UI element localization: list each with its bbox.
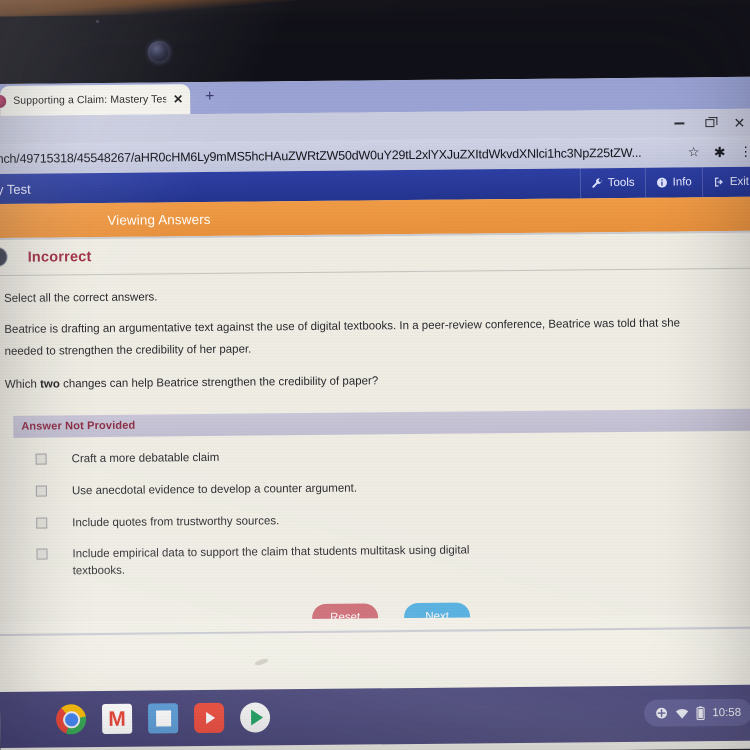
accessibility-icon <box>655 707 668 720</box>
gmail-icon[interactable]: M <box>101 703 133 734</box>
answer-options-list: Craft a more debatable claim Use anecdot… <box>0 431 750 581</box>
exit-button[interactable]: Exit <box>701 166 750 198</box>
info-label: Info <box>672 176 692 189</box>
play-store-icon[interactable] <box>239 702 271 733</box>
battery-icon <box>696 705 705 720</box>
laptop-bezel <box>0 0 750 91</box>
divider <box>0 626 750 636</box>
page-footer-area <box>0 614 750 692</box>
wifi-icon <box>675 707 689 719</box>
option-checkbox[interactable] <box>36 517 48 529</box>
bookmark-star-icon[interactable]: ☆ <box>681 144 707 160</box>
option-checkbox[interactable] <box>35 453 47 465</box>
site-favicon <box>0 94 7 108</box>
option-label: Include empirical data to support the cl… <box>72 544 470 578</box>
prompt-post: changes can help Beatrice strengthen the… <box>59 375 379 391</box>
chrome-menu-icon[interactable]: ⋮ <box>733 144 750 160</box>
prompt-pre: Which <box>4 378 41 391</box>
restore-window-button[interactable] <box>696 113 722 133</box>
option-checkbox[interactable] <box>35 485 47 497</box>
list-item[interactable]: Include quotes from trustworthy sources. <box>36 508 750 532</box>
system-tray[interactable]: 10:58 <box>644 698 750 727</box>
list-item[interactable]: Use anecdotal evidence to develop a coun… <box>35 477 750 501</box>
status-badge: Incorrect <box>27 248 92 266</box>
close-window-button[interactable]: ✕ <box>726 113 750 133</box>
question-paragraph: Beatrice is drafting an argumentative te… <box>4 317 681 359</box>
question-status-row: Incorrect <box>0 232 750 276</box>
youtube-icon[interactable] <box>193 702 225 734</box>
info-circle-icon <box>656 177 668 189</box>
viewing-answers-label: Viewing Answers <box>107 211 211 228</box>
prompt-emphasis: two <box>39 378 60 391</box>
option-label: Include quotes from trustworthy sources. <box>72 514 280 529</box>
address-bar-url[interactable]: nch/49715318/45548267/aHR0cHM6Ly9mMS5hcH… <box>0 145 681 166</box>
tab-title: Supporting a Claim: Mastery Tes <box>13 93 167 107</box>
shelf-app-list: M <box>0 702 271 735</box>
app-title: y Test <box>0 181 31 197</box>
tools-button[interactable]: Tools <box>579 167 645 199</box>
question-text: Beatrice is drafting an argumentative te… <box>0 298 750 397</box>
screen-content: Supporting a Claim: Mastery Tes ✕ + ✕ nc… <box>0 76 750 750</box>
laptop-photo: Supporting a Claim: Mastery Tes ✕ + ✕ nc… <box>0 0 750 750</box>
screen-speck <box>254 657 269 667</box>
minimize-icon <box>674 122 685 125</box>
minimize-window-button[interactable] <box>666 113 692 133</box>
option-label: Use anecdotal evidence to develop a coun… <box>71 482 358 498</box>
question-panel: Incorrect Select all the correct answers… <box>0 232 750 632</box>
answer-not-provided-label: Answer Not Provided <box>21 419 136 434</box>
tools-label: Tools <box>607 176 635 190</box>
exit-arrow-icon <box>713 176 725 188</box>
chrome-icon[interactable] <box>55 704 87 735</box>
option-checkbox[interactable] <box>36 548 48 560</box>
restore-icon <box>704 119 714 128</box>
chromeos-shelf: M 10:58 <box>0 684 750 748</box>
question-prompt: Which two changes can help Beatrice stre… <box>5 367 701 396</box>
info-button[interactable]: Info <box>644 167 702 198</box>
list-item[interactable]: Craft a more debatable claim <box>35 445 750 469</box>
exit-label: Exit <box>729 175 750 188</box>
extensions-puzzle-icon[interactable]: ✱ <box>707 143 733 160</box>
wrench-icon <box>591 177 603 189</box>
docs-icon[interactable] <box>147 703 179 734</box>
browser-tab[interactable]: Supporting a Claim: Mastery Tes ✕ <box>0 84 191 116</box>
webcam-icon <box>148 41 170 63</box>
new-tab-button[interactable]: + <box>205 88 215 105</box>
bezel-speck <box>96 20 99 23</box>
clock-label[interactable]: 10:58 <box>712 706 741 718</box>
option-label: Craft a more debatable claim <box>71 452 220 466</box>
close-tab-icon[interactable]: ✕ <box>173 92 183 106</box>
